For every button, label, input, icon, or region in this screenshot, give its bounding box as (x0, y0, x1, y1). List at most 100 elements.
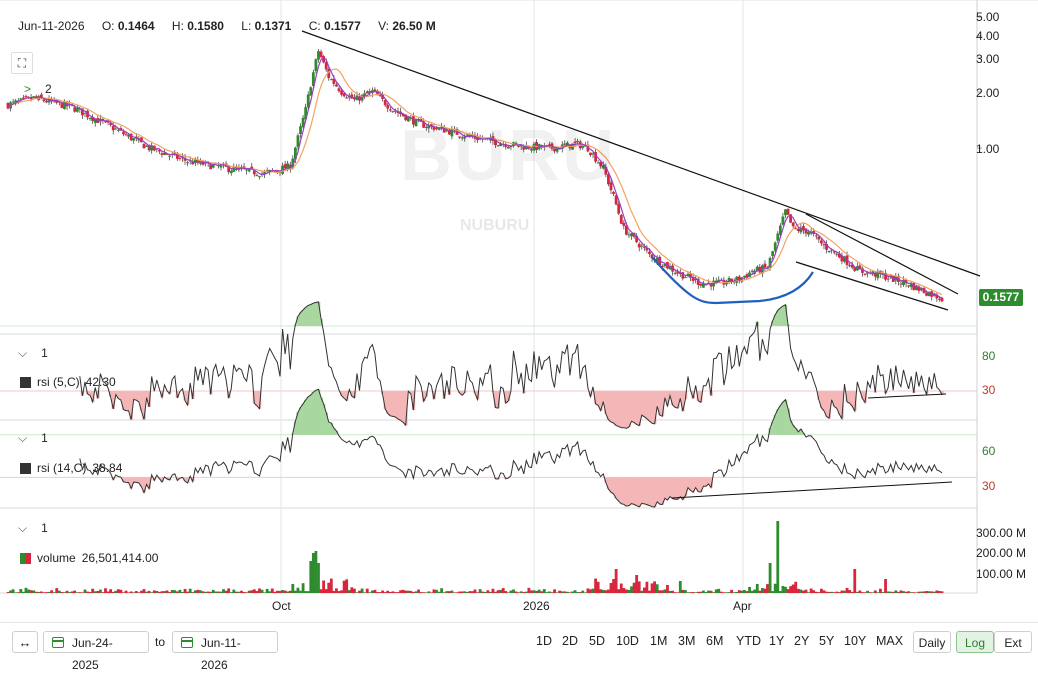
volume-bar (155, 591, 158, 593)
volume-bar (558, 591, 561, 593)
volume-bar (389, 592, 392, 593)
price-pane-header[interactable]: >2 (24, 82, 52, 96)
volume-bar (261, 590, 264, 593)
volume-legend[interactable]: volume 26,501,414.00 (20, 551, 158, 565)
volume-bar (522, 592, 525, 593)
volume-bar (302, 583, 305, 593)
candle-body (299, 126, 302, 134)
interval-select[interactable]: Daily (913, 631, 951, 653)
range-1d-button[interactable]: 1D (536, 634, 552, 648)
volume-bar (512, 589, 515, 593)
volume-bar (527, 588, 530, 593)
chevron-down-icon[interactable]: ⌵ (18, 431, 27, 446)
volume-bar (633, 583, 636, 593)
volume-bar (823, 590, 826, 593)
volume-bar (510, 591, 513, 593)
volume-bar (656, 584, 659, 593)
volume-bar (561, 591, 564, 593)
volume-bar (186, 592, 189, 593)
range-2y-button[interactable]: 2Y (794, 634, 809, 648)
volume-bar (702, 591, 705, 593)
volume-bar (853, 569, 856, 593)
volume-bar (756, 584, 759, 593)
volume-bar (289, 591, 292, 593)
volume-bar (876, 592, 879, 593)
volume-bar (315, 551, 318, 593)
volume-label: volume (37, 551, 76, 565)
volume-bar (50, 590, 53, 593)
volume-bar (728, 592, 731, 593)
range-5y-button[interactable]: 5Y (819, 634, 834, 648)
rsi14-legend[interactable]: rsi (14,C) 38.84 (20, 461, 122, 475)
range-2d-button[interactable]: 2D (562, 634, 578, 648)
log-scale-toggle[interactable]: Log (956, 631, 994, 653)
chart-canvas[interactable] (0, 0, 1038, 622)
volume-bar (114, 591, 117, 593)
volume-label: V: (378, 19, 389, 33)
x-tick-label: 2026 (523, 599, 550, 613)
rsi14-upper-level: 60 (982, 444, 1034, 458)
fullscreen-icon[interactable]: ⛶ (11, 52, 33, 74)
rsi5-legend[interactable]: rsi (5,C) 42.30 (20, 375, 116, 389)
volume-pane-header[interactable]: ⌵1 (18, 521, 48, 536)
volume-bar (94, 591, 97, 593)
volume-bar (130, 592, 133, 593)
candle-body (366, 91, 369, 93)
range-6m-button[interactable]: 6M (706, 634, 723, 648)
range-max-button[interactable]: MAX (876, 634, 903, 648)
candle-body (73, 107, 76, 111)
rsi5-pane-header[interactable]: ⌵1 (18, 346, 48, 361)
volume-bar (784, 587, 787, 593)
range-ytd-button[interactable]: YTD (736, 634, 761, 648)
volume-bar (725, 592, 728, 593)
fit-width-icon[interactable]: ↔ (12, 631, 38, 653)
volume-bar (484, 592, 487, 593)
volume-bar (81, 592, 84, 593)
rsi14-value: 38.84 (92, 461, 122, 475)
range-3m-button[interactable]: 3M (678, 634, 695, 648)
volume-bar (538, 590, 541, 593)
volume-bar (340, 590, 343, 593)
volume-bar (312, 553, 315, 593)
candle-body (315, 59, 318, 71)
candle-body (114, 129, 117, 130)
start-date-field[interactable]: Jun-24-2025 (43, 631, 149, 653)
range-1m-button[interactable]: 1M (650, 634, 667, 648)
volume-bar (22, 592, 25, 593)
range-10y-button[interactable]: 10Y (844, 634, 866, 648)
candle-body (220, 165, 223, 167)
chevron-down-icon[interactable]: ⌵ (18, 521, 27, 536)
chevron-icon[interactable]: > (24, 82, 31, 96)
volume-bar (317, 563, 320, 593)
rsi14-pane-header[interactable]: ⌵1 (18, 431, 48, 446)
volume-bar (27, 590, 30, 593)
volume-bar (525, 592, 528, 593)
volume-bar (184, 589, 187, 593)
range-10d-button[interactable]: 10D (616, 634, 639, 648)
range-1y-button[interactable]: 1Y (769, 634, 784, 648)
volume-bar (409, 591, 412, 593)
volume-bar (299, 591, 302, 593)
volume-bar (135, 591, 138, 593)
volume-bar (150, 592, 153, 593)
volume-bar (900, 590, 903, 593)
end-date-field[interactable]: Jun-11-2026 (172, 631, 278, 653)
volume-bar (584, 592, 587, 593)
volume-bar (620, 584, 623, 593)
extended-hours-toggle[interactable]: Ext (994, 631, 1032, 653)
volume-bar (569, 592, 572, 593)
volume-bar (789, 586, 792, 593)
y-tick-label: 5.00 (976, 10, 1028, 24)
volume-bar (746, 591, 749, 593)
volume-bar (869, 592, 872, 593)
range-5d-button[interactable]: 5D (589, 634, 605, 648)
chevron-down-icon[interactable]: ⌵ (18, 346, 27, 361)
volume-bar (548, 591, 551, 593)
candle-body (320, 52, 323, 58)
volume-bar (227, 588, 230, 593)
volume-bar (599, 589, 602, 593)
volume-bar (866, 591, 869, 593)
volume-bar (715, 589, 718, 593)
volume-bar (461, 591, 464, 593)
open-value: 0.1464 (118, 19, 155, 33)
